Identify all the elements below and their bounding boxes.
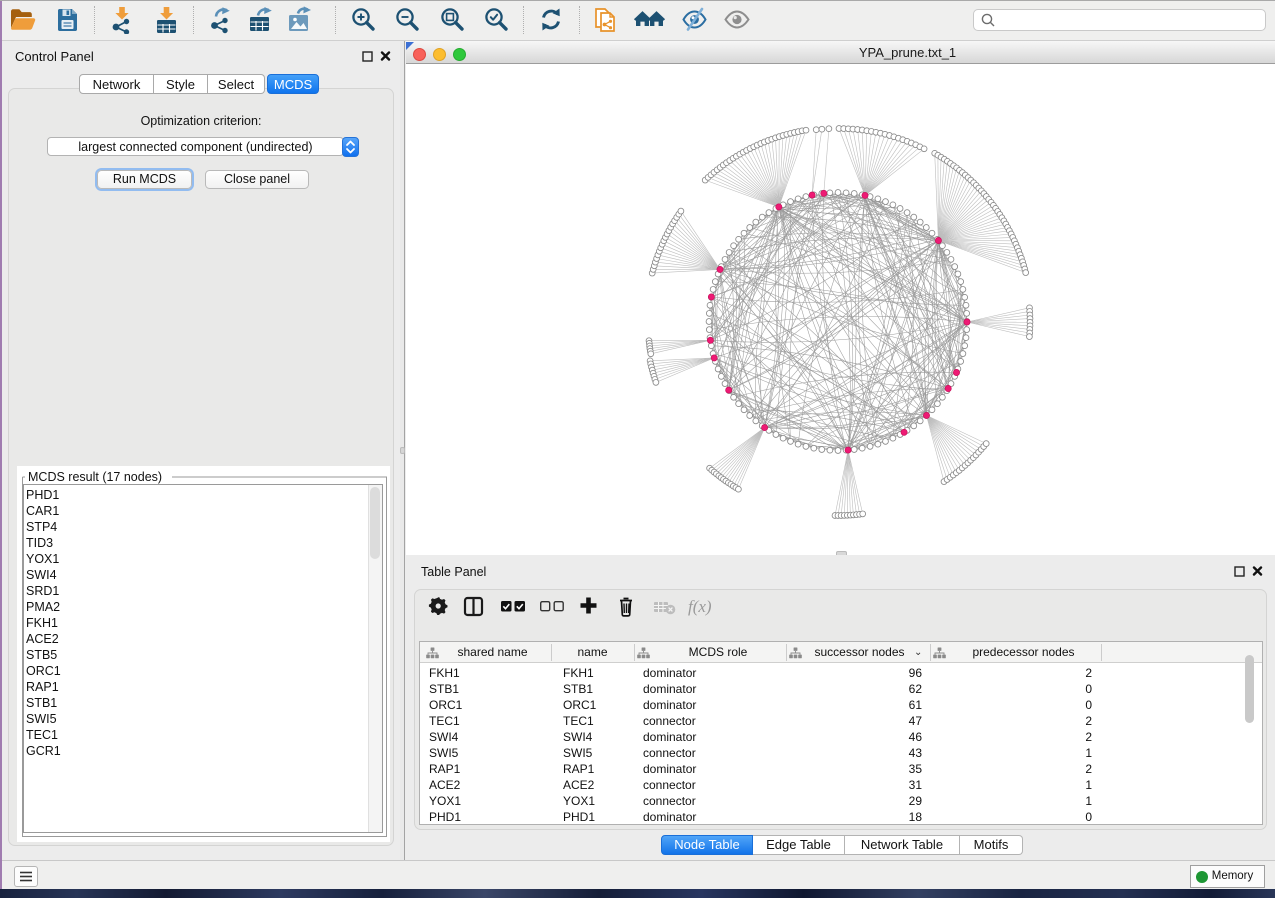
svg-text:f(x): f(x) bbox=[688, 597, 712, 616]
